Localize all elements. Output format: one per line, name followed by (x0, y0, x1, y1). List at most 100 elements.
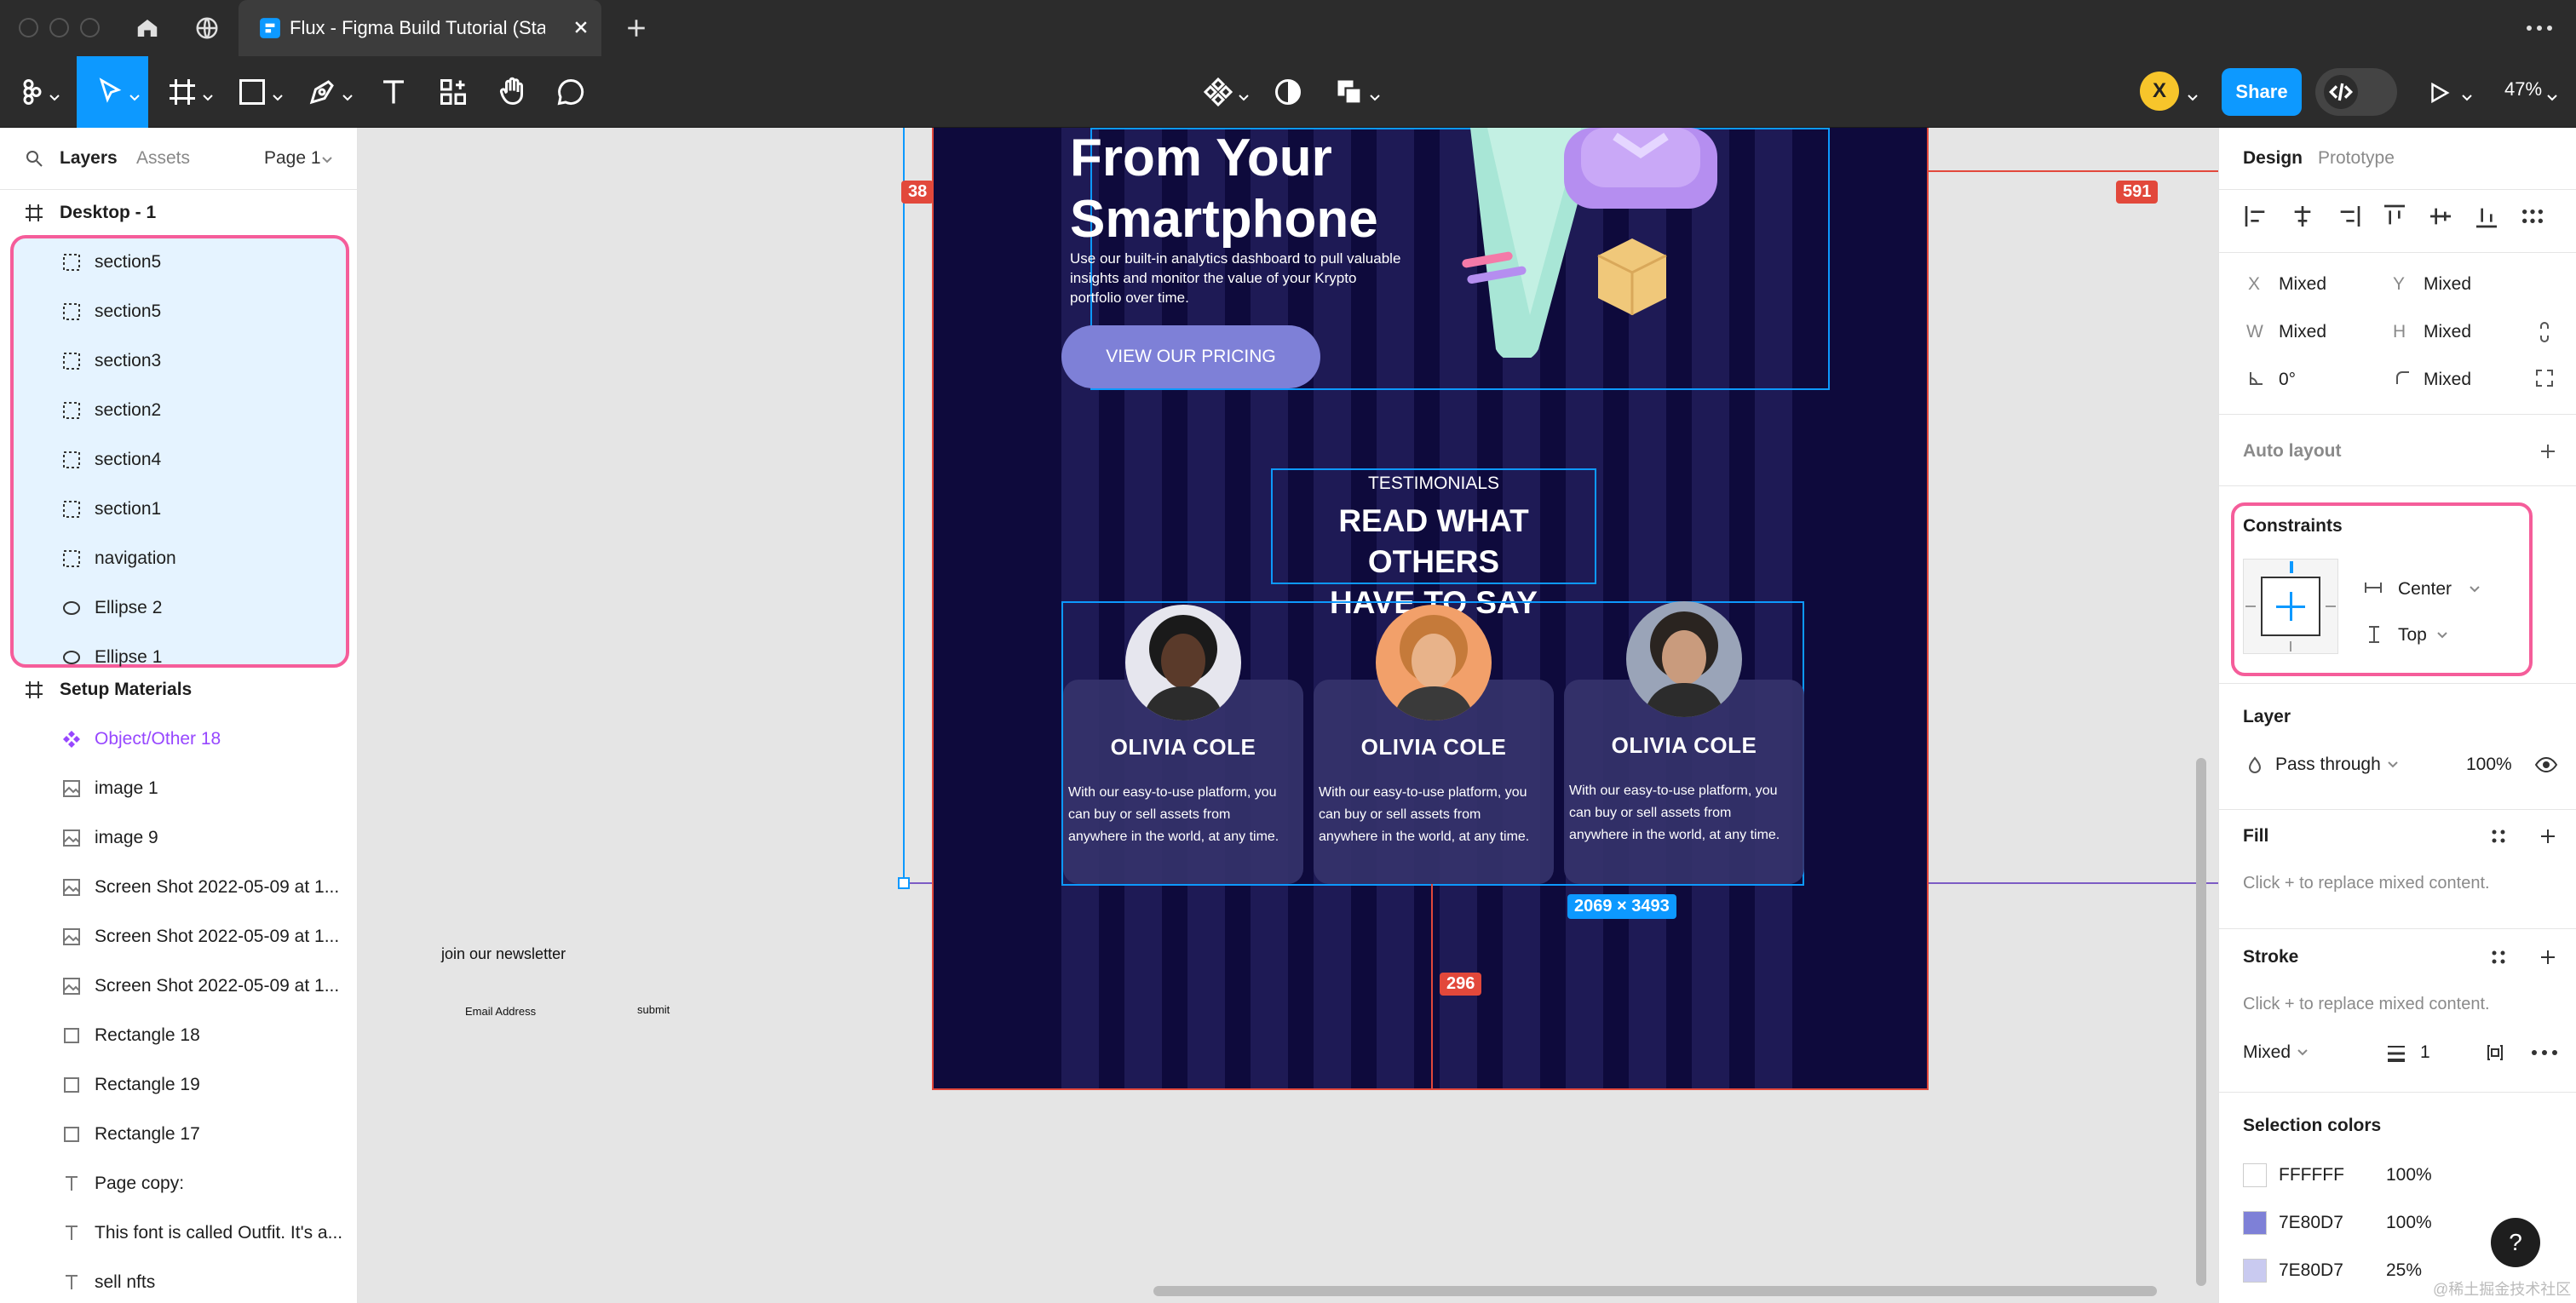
h-input[interactable]: Mixed (2424, 322, 2471, 342)
close-window-button[interactable] (19, 18, 38, 37)
mask-icon[interactable] (1273, 77, 1303, 107)
color-swatch[interactable] (2243, 1163, 2267, 1187)
close-tab-icon[interactable] (572, 19, 589, 36)
style-grid-icon[interactable] (2488, 826, 2509, 847)
desktop-frame[interactable]: From Your Smartphone Use our built-in an… (932, 128, 1929, 1090)
y-input[interactable]: Mixed (2424, 274, 2471, 295)
hand-tool-icon[interactable] (497, 77, 528, 107)
align-center-horizontal-icon[interactable] (2289, 203, 2316, 230)
help-button[interactable]: ? (2491, 1218, 2540, 1267)
globe-icon[interactable] (194, 15, 220, 41)
add-auto-layout-icon[interactable] (2538, 441, 2558, 462)
more-options-icon[interactable] (2531, 1046, 2558, 1059)
component-tool-icon[interactable] (1203, 77, 1233, 107)
canvas[interactable]: From Your Smartphone Use our built-in an… (358, 128, 2218, 1303)
layer-item[interactable]: image 9 (0, 814, 358, 862)
share-button[interactable]: Share (2222, 68, 2302, 116)
more-icon[interactable] (2525, 19, 2554, 37)
layer-item[interactable]: Rectangle 17 (0, 1111, 358, 1158)
layer-item[interactable]: Rectangle 18 (0, 1012, 358, 1059)
constraint-right[interactable] (2326, 606, 2336, 607)
resources-icon[interactable] (438, 77, 469, 107)
layer-item[interactable]: section3 (0, 337, 358, 385)
stroke-position-select[interactable]: Mixed (2243, 1042, 2291, 1063)
constraint-top-active[interactable] (2290, 561, 2293, 573)
color-hex[interactable]: 7E80D7 (2279, 1260, 2343, 1281)
tab-prototype[interactable]: Prototype (2318, 148, 2395, 169)
align-top-icon[interactable] (2381, 203, 2408, 230)
boolean-icon[interactable] (1334, 77, 1365, 107)
layer-item[interactable]: Object/Other 18 (0, 715, 358, 763)
layer-frame-desktop[interactable]: Desktop - 1 (0, 189, 358, 237)
present-icon[interactable] (2426, 80, 2452, 106)
main-menu-icon[interactable] (17, 77, 48, 107)
constraints-widget[interactable] (2243, 559, 2338, 654)
layer-opacity-input[interactable]: 100% (2466, 755, 2512, 775)
maximize-window-button[interactable] (80, 18, 100, 37)
view-pricing-button[interactable]: VIEW OUR PRICING (1061, 325, 1320, 388)
independent-corners-icon[interactable] (2534, 368, 2555, 388)
layer-item[interactable]: Ellipse 2 (0, 584, 358, 632)
x-input[interactable]: Mixed (2279, 274, 2326, 295)
layer-item[interactable]: image 1 (0, 765, 358, 812)
move-tool-button[interactable] (77, 56, 148, 128)
color-swatch[interactable] (2243, 1259, 2267, 1283)
constraint-bottom[interactable] (2290, 641, 2291, 652)
color-opacity[interactable]: 100% (2386, 1165, 2432, 1185)
align-bottom-icon[interactable] (2473, 203, 2500, 230)
distribute-icon[interactable] (2519, 203, 2546, 230)
color-hex[interactable]: 7E80D7 (2279, 1213, 2343, 1233)
layer-frame-setup[interactable]: Setup Materials (0, 666, 358, 714)
add-stroke-icon[interactable] (2538, 947, 2558, 967)
new-tab-icon[interactable] (625, 17, 647, 39)
align-left-icon[interactable] (2243, 203, 2270, 230)
tab-design[interactable]: Design (2243, 148, 2303, 169)
w-input[interactable]: Mixed (2279, 322, 2326, 342)
dev-mode-toggle[interactable] (2315, 68, 2397, 116)
submit-button[interactable]: submit (637, 1003, 670, 1016)
layer-item[interactable]: Screen Shot 2022-05-09 at 1... (0, 864, 358, 911)
stroke-weight-input[interactable]: 1 (2420, 1042, 2430, 1063)
horizontal-constraint-select[interactable]: Center (2398, 579, 2452, 600)
home-icon[interactable] (135, 15, 160, 41)
add-fill-icon[interactable] (2538, 826, 2558, 847)
layer-item[interactable]: Screen Shot 2022-05-09 at 1... (0, 913, 358, 961)
search-icon[interactable] (24, 148, 44, 169)
avatar[interactable]: X (2140, 72, 2179, 111)
layer-item[interactable]: Screen Shot 2022-05-09 at 1... (0, 962, 358, 1010)
constraint-left[interactable] (2245, 606, 2256, 607)
blend-mode-select[interactable]: Pass through (2275, 755, 2381, 775)
layer-item[interactable]: section1 (0, 485, 358, 533)
color-opacity[interactable]: 25% (2386, 1260, 2422, 1281)
minimize-window-button[interactable] (49, 18, 69, 37)
align-right-icon[interactable] (2335, 203, 2362, 230)
layer-item[interactable]: sell nfts (0, 1259, 358, 1303)
constrain-proportions-icon[interactable] (2534, 320, 2555, 344)
layer-item[interactable]: section4 (0, 436, 358, 484)
resize-handle[interactable] (898, 877, 910, 889)
color-hex[interactable]: FFFFFF (2279, 1165, 2344, 1185)
layer-item[interactable]: Rectangle 19 (0, 1061, 358, 1109)
style-grid-icon[interactable] (2488, 947, 2509, 967)
rotation-input[interactable]: 0° (2279, 370, 2296, 390)
page-selector[interactable]: Page 1 (264, 148, 321, 169)
vertical-scrollbar[interactable] (2196, 758, 2206, 1286)
tab-assets[interactable]: Assets (136, 148, 190, 169)
constraint-center-h[interactable] (2276, 606, 2305, 608)
layer-item[interactable]: section5 (0, 288, 358, 336)
text-tool-icon[interactable] (378, 77, 409, 107)
layer-item[interactable]: navigation (0, 535, 358, 583)
color-opacity[interactable]: 100% (2386, 1213, 2432, 1233)
email-address-field[interactable]: Email Address (465, 1005, 536, 1018)
eye-icon[interactable] (2534, 756, 2558, 773)
zoom-level[interactable]: 47% (2504, 78, 2542, 100)
frame-tool-icon[interactable] (167, 77, 198, 107)
color-swatch[interactable] (2243, 1211, 2267, 1235)
file-tab[interactable]: Flux - Figma Build Tutorial (Starter) (239, 0, 601, 56)
tab-layers[interactable]: Layers (60, 148, 118, 169)
horizontal-scrollbar[interactable] (1153, 1286, 2157, 1296)
stroke-sides-icon[interactable] (2485, 1042, 2505, 1063)
vertical-constraint-select[interactable]: Top (2398, 625, 2427, 646)
rectangle-tool-icon[interactable] (237, 77, 267, 107)
corner-radius-input[interactable]: Mixed (2424, 370, 2471, 390)
